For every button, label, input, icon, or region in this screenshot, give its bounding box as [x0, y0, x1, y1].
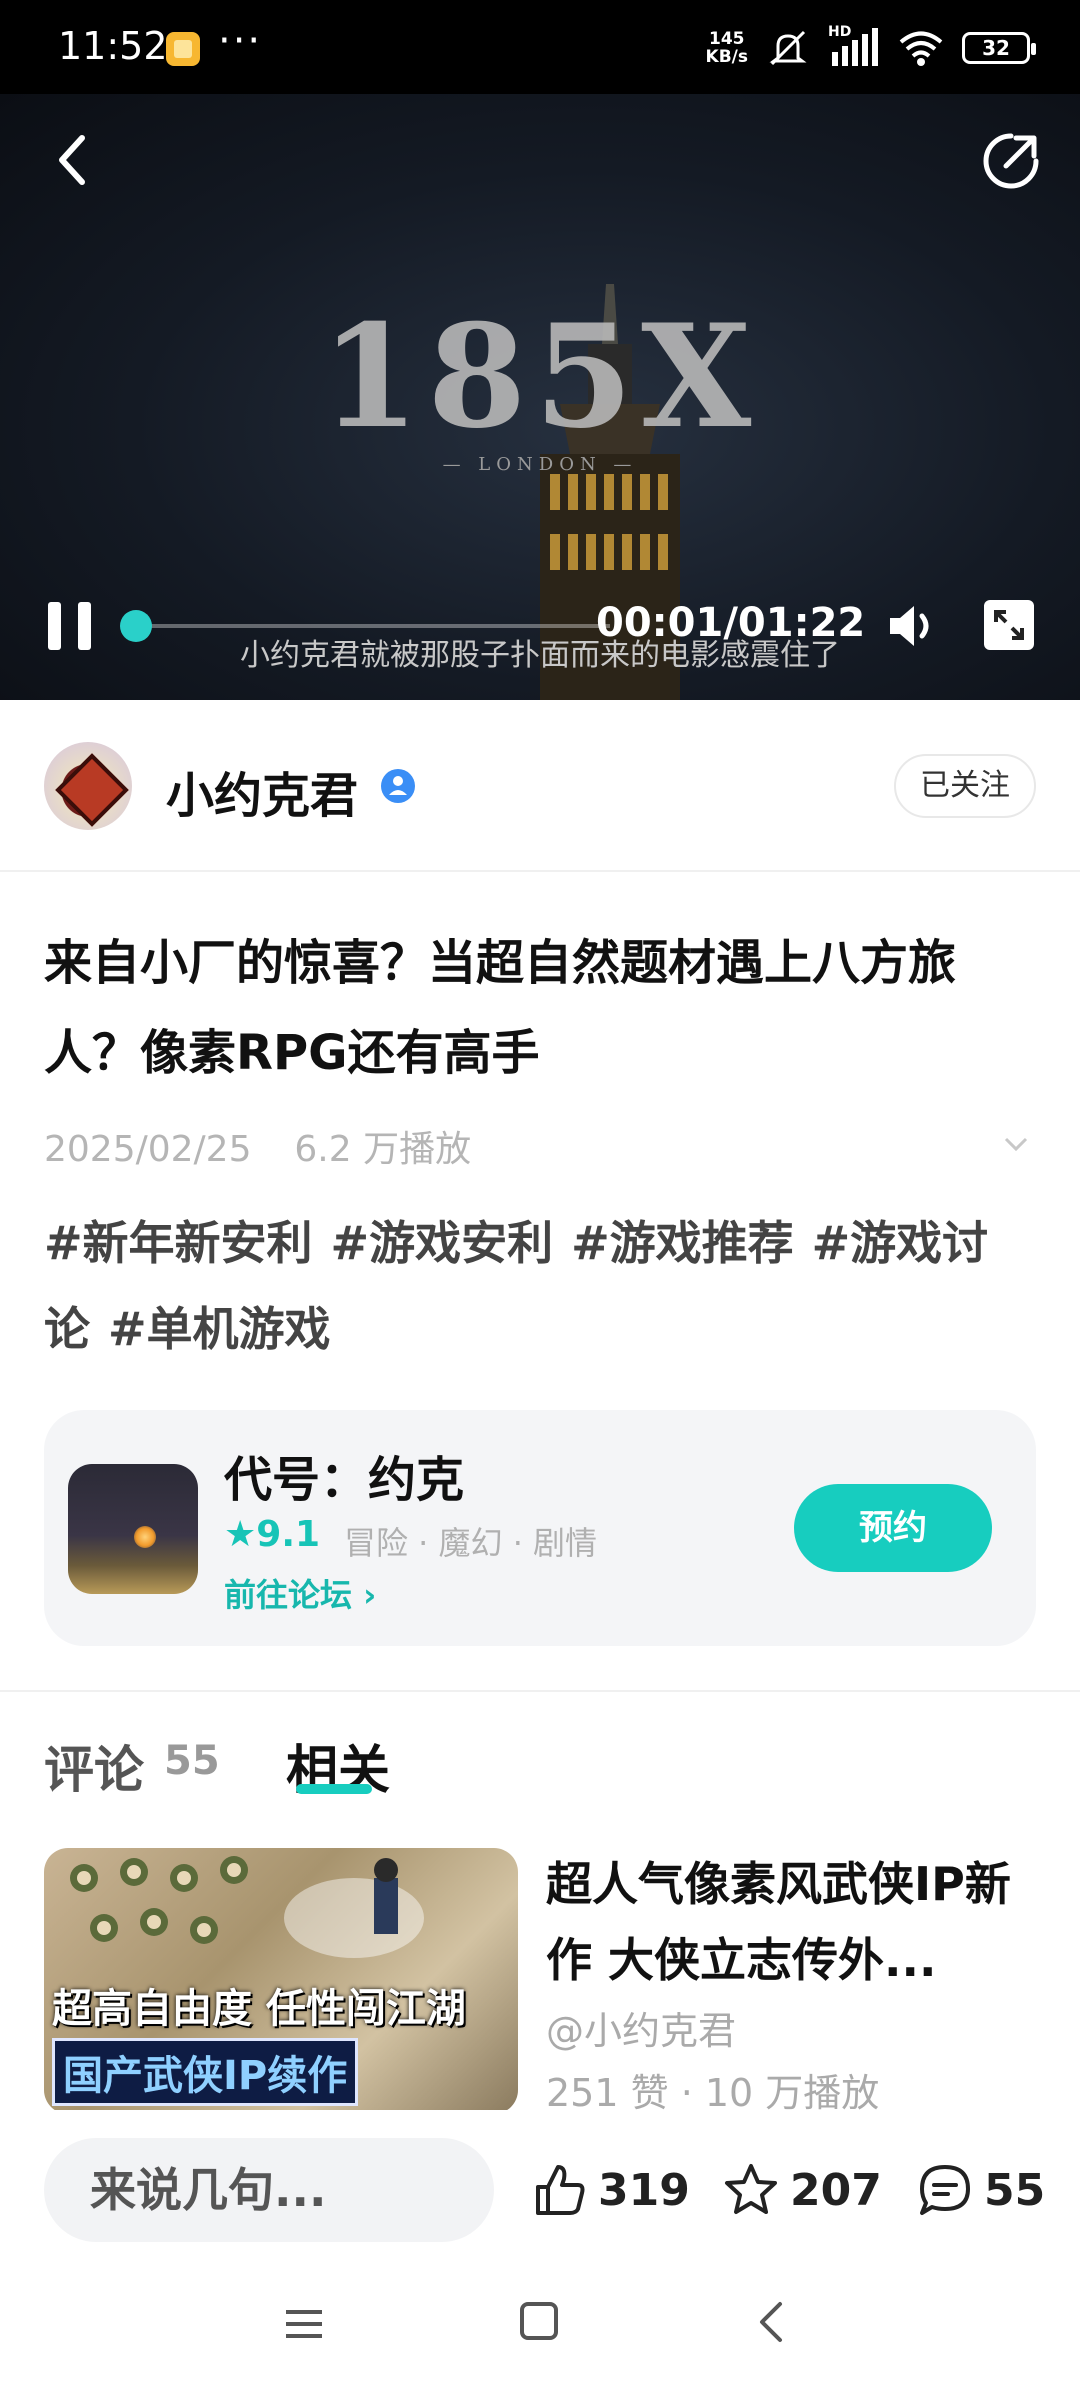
mute-icon [769, 30, 807, 66]
comment-count: 55 [984, 2164, 1046, 2216]
comment-button[interactable]: 55 [916, 2160, 1045, 2220]
like-button[interactable]: 319 [530, 2160, 690, 2220]
game-genres: 冒险 · 魔幻 · 剧情 [344, 1524, 598, 1562]
tag[interactable]: #游戏安利 [331, 1216, 554, 1270]
notification-app-icon [166, 32, 200, 66]
bottom-action-bar: 来说几句... 319 207 55 [0, 2110, 1080, 2250]
network-speed: 145 KB/s [706, 30, 748, 66]
tab-comments[interactable]: 评论 [44, 1730, 144, 1802]
tag[interactable]: #单机游戏 [108, 1302, 331, 1356]
game-icon[interactable] [68, 1464, 198, 1594]
recent-apps-icon[interactable] [284, 2306, 324, 2342]
related-stats: 251 赞 · 10 万播放 [546, 2071, 880, 2115]
battery-icon: 32 [962, 32, 1036, 64]
video-frame-title: 185X [320, 294, 760, 460]
related-title[interactable]: 超人气像素风武侠IP新作 大侠立志传外... [546, 1846, 1046, 1998]
thumbnail-caption-1: 超高自由度 任性闯江湖 [52, 1986, 466, 2032]
thumbs-up-icon [536, 2165, 585, 2215]
game-rating: ★9.1 [224, 1514, 321, 1555]
status-icons: 145 KB/s HD 32 [706, 24, 1036, 70]
share-icon[interactable] [980, 130, 1042, 192]
tag[interactable]: #新年新安利 [44, 1216, 313, 1270]
game-name: 代号：约克 [224, 1452, 465, 1508]
more-notifications-icon: ··· [218, 18, 263, 64]
video-frame-subtitle: — LONDON — [442, 454, 638, 475]
like-count: 319 [598, 2164, 690, 2216]
expand-chevron-icon[interactable] [1002, 1130, 1030, 1158]
tag[interactable]: #游戏推荐 [571, 1216, 794, 1270]
thumbnail-characters [70, 1856, 424, 1958]
reserve-button[interactable]: 预约 [794, 1484, 992, 1572]
favorite-button[interactable]: 207 [722, 2160, 882, 2220]
progress-track[interactable] [130, 624, 610, 628]
status-time: 11:52 [58, 24, 168, 68]
tab-active-indicator [296, 1784, 372, 1794]
status-bar: 11:52 ··· 145 KB/s HD 32 [0, 0, 1080, 94]
author-avatar[interactable] [44, 742, 132, 830]
comment-bubble-icon [920, 2165, 970, 2215]
system-nav-bar [0, 2250, 1080, 2400]
related-thumbnail[interactable]: 超高自由度 任性闯江湖 国产武侠IP续作 [44, 1848, 518, 2114]
section-divider [0, 1690, 1080, 1692]
network-speed-unit: KB/s [705, 47, 748, 67]
author-name[interactable]: 小约克君 [166, 756, 358, 826]
network-speed-value: 145 [709, 29, 745, 49]
system-back-icon[interactable] [756, 2300, 786, 2344]
follow-button[interactable]: 已关注 [894, 754, 1036, 818]
thumbnail-caption-2: 国产武侠IP续作 [52, 2038, 359, 2106]
post-title: 来自小厂的惊喜？当超自然题材遇上八方旅人？像素RPG还有高手 [44, 935, 957, 1081]
tab-comments-count[interactable]: 55 [164, 1738, 220, 1784]
wifi-icon [899, 31, 943, 66]
cell-signal-icon: HD [828, 24, 880, 68]
post-tags: #新年新安利 #游戏安利 #游戏推荐 #游戏讨论 #单机游戏 [44, 1200, 1044, 1372]
related-author: @小约克君 [546, 2009, 737, 2053]
author-row: 小约克君 已关注 [0, 700, 1080, 872]
forum-link[interactable]: 前往论坛 › [224, 1570, 376, 1616]
verified-badge-icon [381, 769, 415, 803]
favorite-count: 207 [790, 2164, 882, 2216]
game-card[interactable]: 代号：约克 ★9.1 冒险 · 魔幻 · 剧情 前往论坛 › 预约 [44, 1410, 1036, 1646]
post-date: 2025/02/25 [44, 1129, 252, 1170]
post-meta: 2025/02/25 6.2 万播放 [44, 1120, 471, 1172]
star-icon [725, 2164, 777, 2214]
video-player[interactable]: 185X — LONDON — 00:01/01:22 小约克君就被那股子扑面而… [0, 94, 1080, 700]
back-icon[interactable] [50, 130, 94, 190]
video-caption: 小约克君就被那股子扑面而来的电影感震住了 [240, 638, 840, 673]
comment-input[interactable]: 来说几句... [44, 2138, 494, 2242]
home-button-icon[interactable] [520, 2302, 558, 2340]
post-plays: 6.2 万播放 [294, 1129, 472, 1170]
